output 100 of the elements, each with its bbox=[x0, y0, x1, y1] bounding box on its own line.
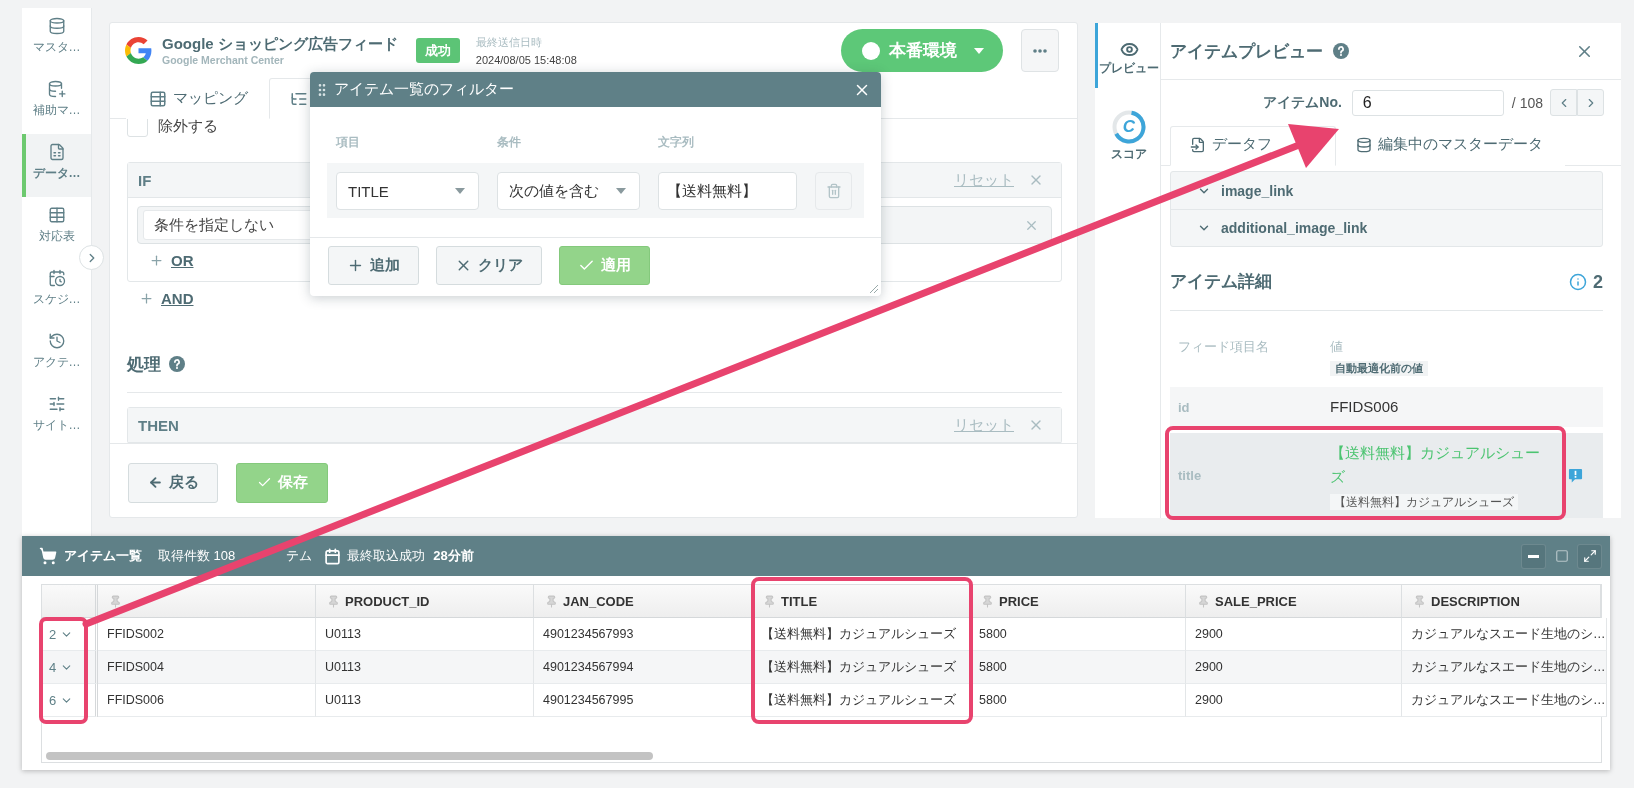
table-cell: 5800 bbox=[970, 618, 1186, 651]
more-icon bbox=[1033, 48, 1047, 53]
comment-alert-icon[interactable] bbox=[1568, 468, 1583, 483]
clear-button[interactable]: クリア bbox=[436, 246, 542, 285]
table-cell: 【送料無料】カジュアルシューズ bbox=[752, 651, 970, 684]
column-header[interactable]: PRODUCT_ID bbox=[316, 585, 534, 618]
spreadsheet-file-icon bbox=[47, 143, 66, 161]
sidebar-item[interactable]: サイト… bbox=[22, 386, 91, 449]
calendar-icon bbox=[324, 547, 342, 565]
previous-button[interactable] bbox=[1550, 89, 1577, 116]
pin-icon[interactable] bbox=[763, 594, 776, 608]
minimize-button[interactable] bbox=[1521, 543, 1546, 569]
or-link[interactable]: OR bbox=[149, 252, 194, 269]
table-cell: U0113 bbox=[316, 651, 534, 684]
pin-icon[interactable] bbox=[545, 594, 558, 608]
column-header[interactable]: DESCRIPTION bbox=[1402, 585, 1601, 618]
text-field[interactable]: 【送料無料】 bbox=[658, 172, 797, 210]
field-row[interactable]: additional_image_link bbox=[1171, 209, 1602, 246]
field-value: FFIDS006 bbox=[1330, 397, 1399, 417]
plus-icon bbox=[347, 257, 364, 274]
last-sent-label: 最終送信日時 bbox=[475, 34, 542, 49]
section-heading: 処理 bbox=[127, 353, 161, 376]
database-icon bbox=[1356, 136, 1372, 153]
table-cell: カジュアルなスエード生地のシ… bbox=[1402, 651, 1607, 684]
and-link[interactable]: AND bbox=[139, 290, 194, 307]
preview-tab[interactable]: プレビュー bbox=[1095, 23, 1160, 88]
field-name: title bbox=[1178, 468, 1203, 483]
checkbox-label: 除外する bbox=[158, 119, 218, 136]
sidebar-item[interactable]: スケジ… bbox=[22, 260, 91, 323]
column-header[interactable]: TITLE bbox=[752, 585, 970, 618]
back-button[interactable]: 戻る bbox=[128, 462, 218, 503]
expand-button[interactable] bbox=[79, 245, 104, 270]
panel-title: アイテムプレビュー bbox=[1170, 40, 1323, 63]
item-total: / 108 bbox=[1511, 94, 1543, 111]
table-icon bbox=[47, 206, 66, 224]
plus-icon bbox=[139, 291, 154, 306]
table-cell: FFIDS004 bbox=[98, 651, 316, 684]
help-icon[interactable] bbox=[1333, 43, 1349, 59]
pin-icon[interactable] bbox=[1413, 594, 1426, 608]
last-sent-time: 2024/08/05 15:48:08 bbox=[475, 52, 577, 67]
next-button[interactable] bbox=[1577, 89, 1604, 116]
google-logo bbox=[125, 37, 152, 64]
table-cell: 5800 bbox=[970, 651, 1186, 684]
table-cell: FFIDS002 bbox=[98, 618, 316, 651]
table-cell: カジュアルなスエード生地のシ… bbox=[1402, 618, 1607, 651]
fullscreen-button[interactable] bbox=[1577, 543, 1602, 569]
item-number-label: アイテムNo. bbox=[1263, 93, 1342, 112]
column-header[interactable] bbox=[98, 585, 316, 618]
sidebar-item[interactable]: 対応表 bbox=[22, 197, 91, 260]
resize-handle[interactable] bbox=[869, 284, 879, 294]
score-tab[interactable]: C スコア bbox=[1095, 88, 1160, 163]
block-heading: IF bbox=[138, 171, 152, 189]
table-icon bbox=[149, 89, 167, 108]
score-gauge: C bbox=[1112, 110, 1146, 144]
condition-select[interactable]: 次の値を含む bbox=[497, 172, 640, 210]
add-button[interactable]: 追加 bbox=[328, 246, 419, 285]
column-header[interactable]: JAN_CODE bbox=[534, 585, 752, 618]
help-icon[interactable] bbox=[169, 356, 185, 372]
info-count: 2 bbox=[1593, 271, 1603, 293]
field-row[interactable]: image_link bbox=[1171, 172, 1602, 209]
pin-icon[interactable] bbox=[981, 594, 994, 608]
table-cell: 5800 bbox=[970, 684, 1186, 717]
feed-subtitle: Google Merchant Center bbox=[162, 54, 284, 67]
column-header[interactable]: PRICE bbox=[970, 585, 1186, 618]
square-icon bbox=[1554, 549, 1569, 563]
pin-icon[interactable] bbox=[1197, 594, 1210, 608]
note-badge: 自動最適化前の値 bbox=[1330, 361, 1428, 376]
field-select[interactable]: TITLE bbox=[336, 172, 479, 210]
original-value-badge: 【送料無料】カジュアルシューズ bbox=[1330, 494, 1518, 510]
item-count-text: テム bbox=[286, 547, 313, 565]
pin-icon[interactable] bbox=[109, 594, 122, 608]
table-cell: カジュアルなスエード生地のシ… bbox=[1402, 684, 1607, 717]
column-label: 文字列 bbox=[658, 135, 695, 150]
exclude-checkbox[interactable] bbox=[127, 119, 148, 137]
sidebar-item[interactable]: データ… bbox=[22, 134, 91, 197]
item-number-field[interactable]: 6 bbox=[1351, 89, 1504, 116]
delete-button[interactable] bbox=[815, 172, 852, 210]
last-import-time: 28分前 bbox=[433, 547, 474, 565]
table-cell: U0113 bbox=[316, 684, 534, 717]
sidebar-item[interactable]: アクテ… bbox=[22, 323, 91, 386]
pin-icon[interactable] bbox=[327, 594, 340, 608]
eye-icon bbox=[1119, 40, 1139, 59]
history-icon bbox=[47, 332, 66, 350]
field-value: 【送料無料】カジュアルシューズ bbox=[1330, 443, 1541, 487]
sliders-icon bbox=[47, 395, 66, 413]
status-badge: 成功 bbox=[415, 38, 460, 63]
sidebar-item[interactable]: マスタ… bbox=[22, 8, 91, 71]
expand-icon bbox=[1582, 549, 1597, 563]
database-plus-icon bbox=[47, 80, 66, 98]
scrollbar-thumb[interactable] bbox=[46, 752, 653, 760]
table-cell: 2900 bbox=[1186, 651, 1402, 684]
dialog-title: アイテム一覧のフィルター bbox=[334, 80, 514, 99]
trash-icon bbox=[825, 183, 842, 199]
info-icon[interactable] bbox=[1569, 273, 1587, 291]
block-heading: THEN bbox=[138, 416, 179, 434]
column-header[interactable]: SALE_PRICE bbox=[1186, 585, 1402, 618]
column-header: フィード項目名 bbox=[1178, 339, 1270, 356]
sidebar-item[interactable]: 補助マ… bbox=[22, 71, 91, 134]
more-button[interactable] bbox=[1021, 29, 1059, 72]
caret-icon bbox=[616, 188, 626, 194]
